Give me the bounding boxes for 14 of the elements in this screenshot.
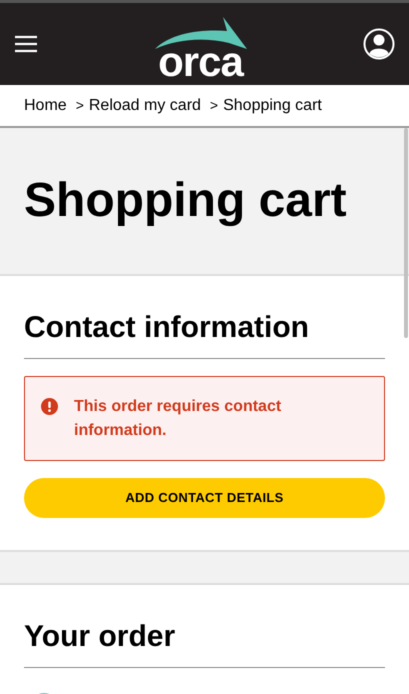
section-heading: Contact information: [24, 310, 310, 346]
breadcrumb-separator: >: [210, 96, 218, 115]
breadcrumb-link[interactable]: Shopping cart: [223, 94, 322, 118]
breadcrumb-separator: >: [76, 96, 84, 115]
orca-logo[interactable]: orca: [148, 17, 252, 79]
menu-icon[interactable]: [14, 35, 38, 53]
page-title: Shopping cart: [24, 173, 347, 230]
account-icon[interactable]: [363, 28, 395, 60]
error-icon: [41, 398, 58, 415]
add-contact-details-button[interactable]: ADD CONTACT DETAILS: [24, 478, 385, 518]
error-message: This order requires contact information.: [74, 397, 282, 441]
breadcrumb-link[interactable]: Home: [24, 94, 67, 118]
section-heading: Your order: [24, 619, 176, 655]
breadcrumb-link[interactable]: Reload my card: [88, 94, 201, 118]
